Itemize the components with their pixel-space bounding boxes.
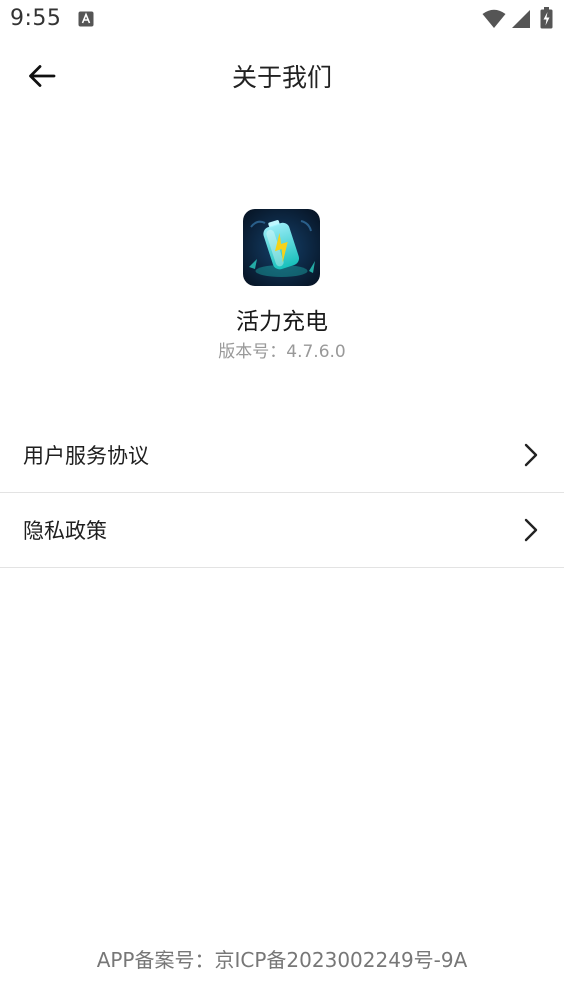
battery-charging-app-icon — [243, 209, 320, 286]
status-time: 9:55 — [10, 6, 62, 31]
record-number: 京ICP备2023002249号-9A — [214, 948, 468, 972]
wifi-icon — [482, 9, 506, 28]
chevron-right-icon — [524, 443, 538, 467]
privacy-policy-item[interactable]: 隐私政策 — [0, 493, 564, 568]
text-a-icon — [78, 11, 94, 27]
chevron-right-icon — [524, 518, 538, 542]
about-us-screen: 9:55 关于我们 活力充电 版本号：4.7.6.0 用户服务协议 隐私政策 A… — [0, 0, 564, 1004]
menu-list: 用户服务协议 隐私政策 — [0, 418, 564, 568]
version-label: 版本号： — [218, 342, 287, 362]
app-record-number: APP备案号：京ICP备2023002249号-9A — [0, 944, 564, 973]
menu-item-label: 隐私政策 — [23, 519, 107, 543]
app-name: 活力充电 — [236, 309, 328, 335]
menu-item-label: 用户服务协议 — [23, 444, 149, 468]
version-value: 4.7.6.0 — [286, 342, 346, 362]
user-agreement-item[interactable]: 用户服务协议 — [0, 418, 564, 493]
page-title: 关于我们 — [231, 63, 332, 92]
battery-icon — [540, 7, 553, 29]
record-label: APP备案号： — [96, 948, 215, 972]
signal-icon — [512, 10, 530, 28]
app-version: 版本号：4.7.6.0 — [0, 337, 564, 362]
status-bar: 9:55 — [0, 0, 564, 38]
